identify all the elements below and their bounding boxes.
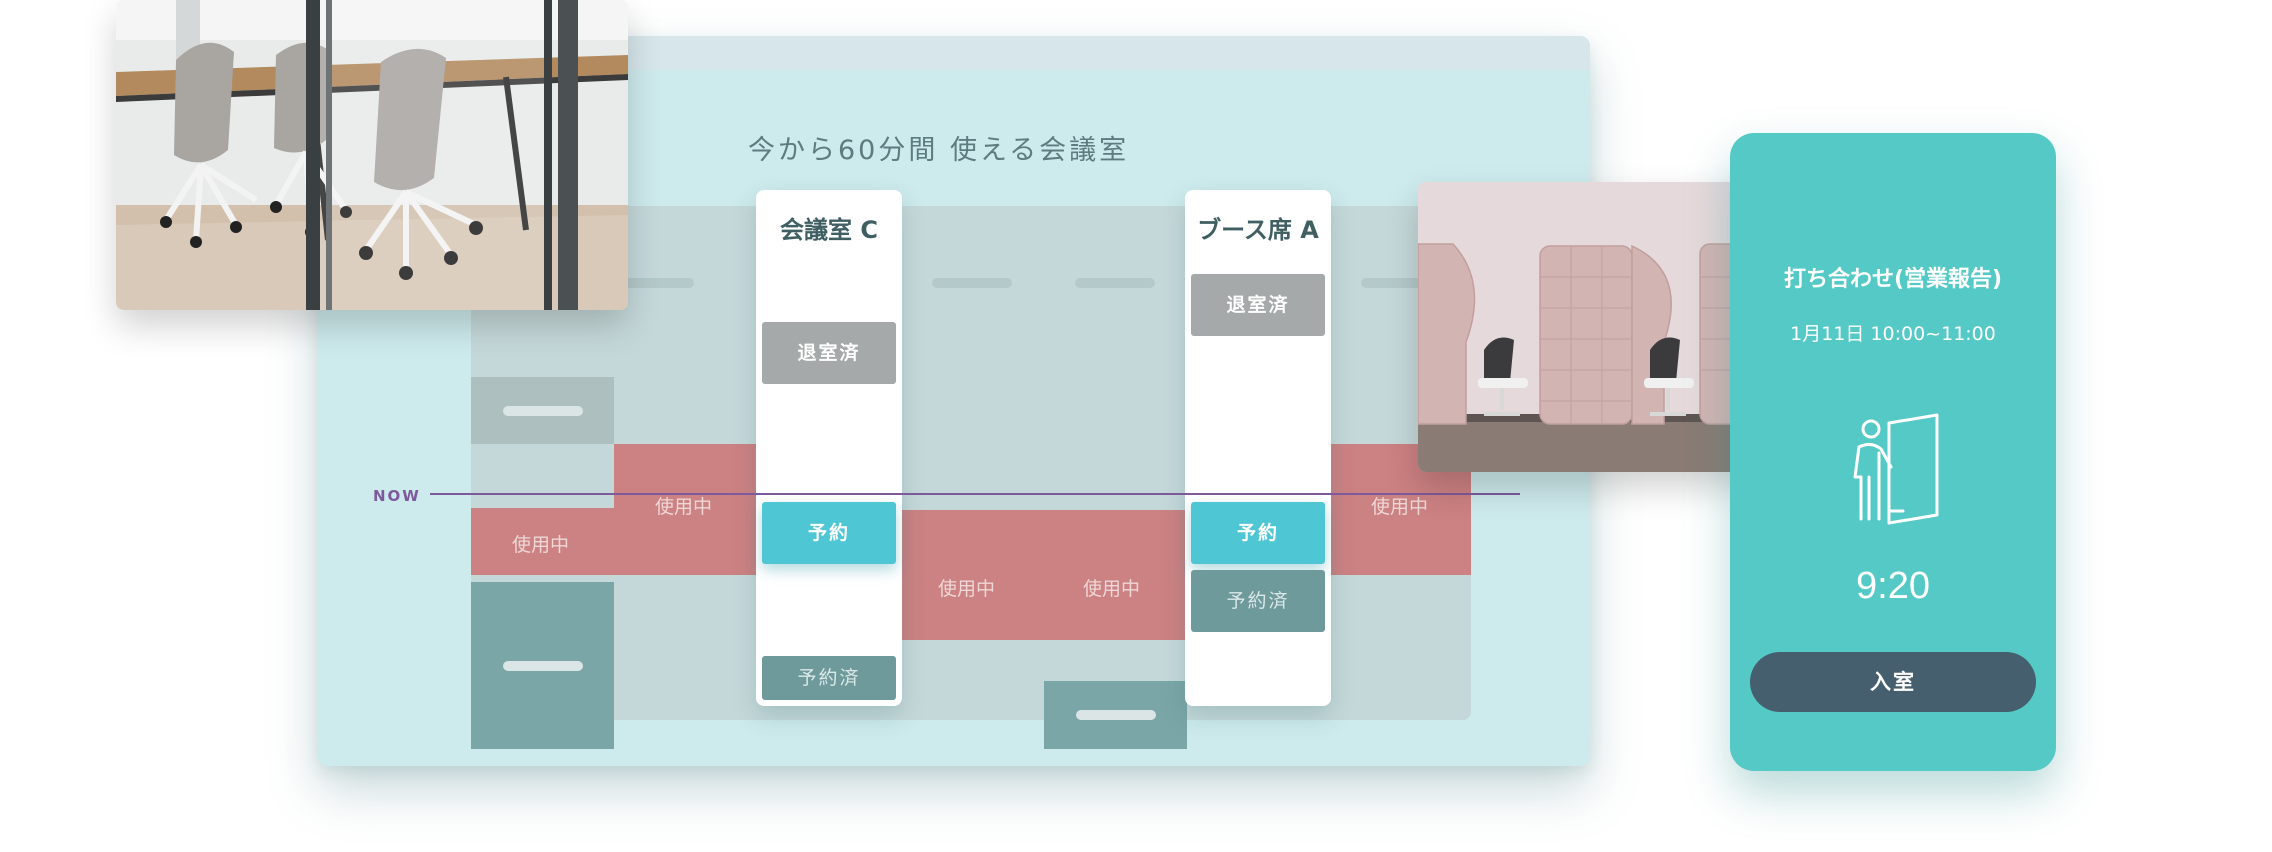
room-card-conference-c: 会議室 C 退室済 予約 予約済 bbox=[756, 190, 902, 706]
in-use-slot: 使用中 bbox=[614, 444, 757, 575]
booth-photo bbox=[1418, 182, 1764, 472]
meeting-date-time: 1月11日 10:00~11:00 bbox=[1790, 323, 1996, 345]
room-name: 会議室 C bbox=[780, 216, 878, 244]
schedule-slot[interactable] bbox=[471, 582, 614, 749]
slot-placeholder bbox=[1075, 710, 1156, 720]
now-indicator-line bbox=[430, 493, 1520, 495]
person-entering-door-icon bbox=[1853, 413, 1939, 525]
column-header-placeholder bbox=[1075, 278, 1155, 288]
column-header-placeholder bbox=[932, 278, 1012, 288]
in-use-slot: 使用中 使用中 bbox=[901, 510, 1187, 640]
meeting-room-illustration bbox=[116, 0, 628, 310]
in-use-label: 使用中 bbox=[1083, 578, 1141, 600]
room-card-booth-a: ブース席 A 退室済 予約 予約済 bbox=[1185, 190, 1331, 706]
in-use-slot: 使用中 bbox=[471, 508, 614, 575]
page-title: 今から60分間 使える会議室 bbox=[748, 135, 1130, 166]
current-time: 9:20 bbox=[1856, 565, 1930, 607]
checked-out-status: 退室済 bbox=[1191, 274, 1325, 336]
enter-room-button[interactable]: 入室 bbox=[1750, 652, 2036, 712]
reserve-button[interactable]: 予約 bbox=[762, 502, 896, 564]
in-use-label: 使用中 bbox=[938, 578, 996, 600]
schedule-slot[interactable] bbox=[471, 377, 614, 444]
meeting-room-photo bbox=[116, 0, 628, 310]
booth-illustration bbox=[1418, 182, 1764, 472]
reserve-button[interactable]: 予約 bbox=[1191, 502, 1325, 564]
schedule-slot[interactable] bbox=[1044, 681, 1187, 749]
in-use-label: 使用中 bbox=[655, 496, 713, 518]
in-use-label: 使用中 bbox=[1371, 496, 1429, 518]
slot-placeholder bbox=[502, 660, 583, 671]
in-use-label: 使用中 bbox=[512, 534, 570, 556]
reserved-status: 予約済 bbox=[762, 656, 896, 700]
mobile-check-in-card: 打ち合わせ(営業報告) 1月11日 10:00~11:00 9:20 入室 bbox=[1730, 133, 2056, 771]
slot-placeholder bbox=[502, 405, 583, 416]
checked-out-status: 退室済 bbox=[762, 322, 896, 384]
room-name: ブース席 A bbox=[1197, 216, 1319, 244]
meeting-title: 打ち合わせ(営業報告) bbox=[1783, 267, 2003, 292]
reserved-status: 予約済 bbox=[1191, 570, 1325, 632]
now-label: NOW bbox=[373, 487, 421, 505]
